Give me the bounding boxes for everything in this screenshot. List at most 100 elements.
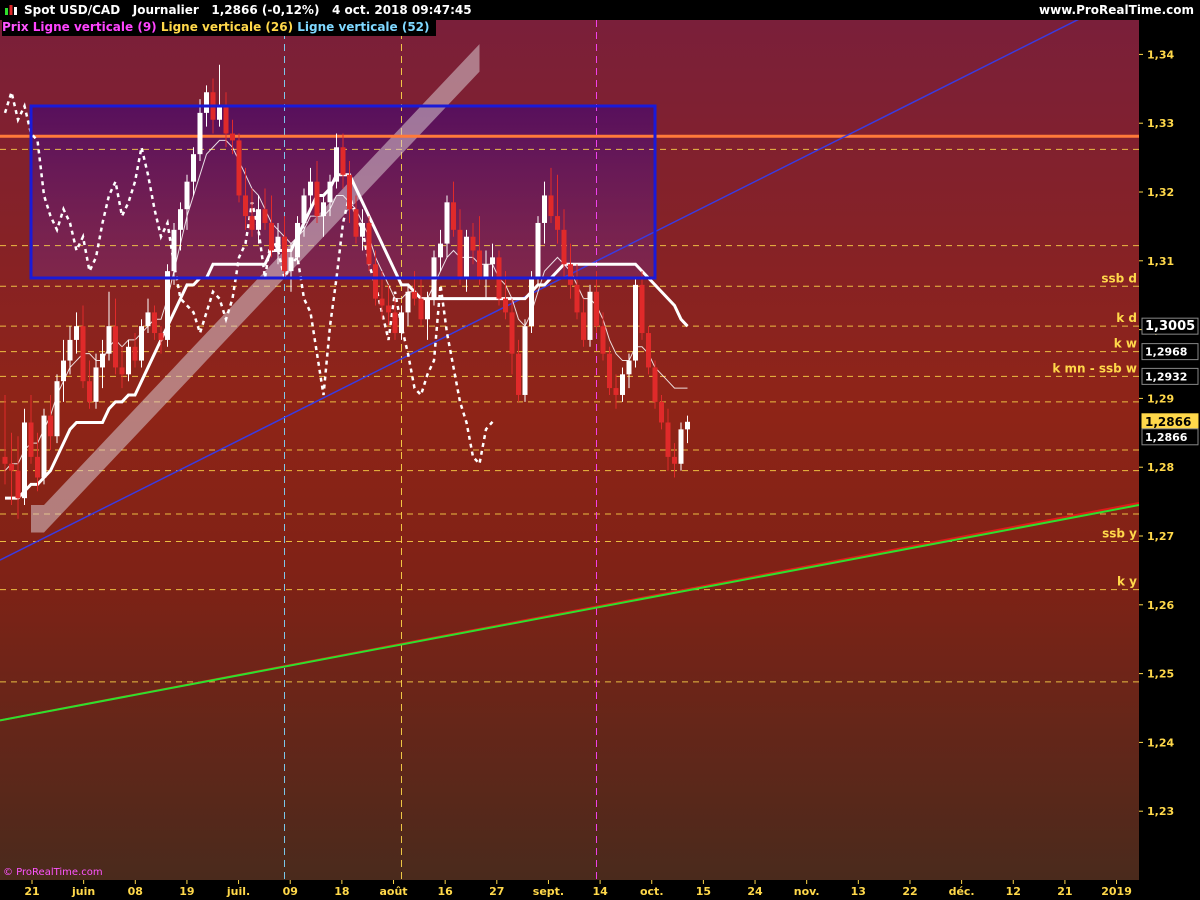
candle-body [516, 353, 521, 395]
x-tick-label: août [379, 885, 407, 898]
candle-body [477, 250, 482, 278]
y-tick-label: 1,25 [1147, 668, 1174, 681]
candle-body [646, 333, 651, 368]
candle-body [347, 174, 352, 210]
x-tick-label: juil. [226, 885, 250, 898]
candle-body [152, 312, 157, 334]
candle-body [600, 326, 606, 354]
candle-body [594, 291, 599, 327]
level-label: k y [1117, 575, 1137, 589]
candle-body [217, 106, 222, 120]
y-tick-label: 1,29 [1147, 392, 1174, 405]
x-tick-label: 09 [283, 885, 298, 898]
candle-body [223, 106, 229, 134]
candle-body [626, 360, 632, 375]
level-label: k d [1116, 311, 1137, 325]
candle-body [132, 346, 138, 361]
x-tick-label: nov. [794, 885, 820, 898]
candle-body [314, 181, 320, 217]
x-tick-label: 22 [902, 885, 917, 898]
candle-body [74, 326, 79, 340]
candle-body [561, 229, 567, 265]
level-label: k w [1114, 337, 1137, 351]
candle-body [139, 326, 144, 361]
candle-body [470, 236, 476, 251]
candle-body [639, 284, 645, 334]
candle-body [379, 298, 385, 306]
x-tick-label: 19 [179, 885, 194, 898]
site-link[interactable]: www.ProRealTime.com [1039, 3, 1194, 17]
candle-body [405, 291, 411, 313]
price-tag-label: 1,2866 [1145, 431, 1188, 444]
candle-body [295, 222, 300, 258]
candle-body [301, 195, 307, 223]
quote-label: 1,2866 (-0,12%) [211, 3, 320, 17]
candle-body [522, 326, 528, 395]
candle-body [672, 456, 677, 464]
candle-body [438, 243, 443, 258]
candle-body [581, 312, 586, 340]
x-tick-label: déc. [949, 885, 975, 898]
candle-body [269, 222, 274, 251]
candle-body [243, 195, 248, 217]
candle-body [444, 202, 450, 244]
watermark: © ProRealTime.com [3, 867, 103, 878]
x-tick-label: 27 [489, 885, 504, 898]
candle-body [171, 229, 177, 272]
x-tick-label: 13 [851, 885, 866, 898]
legend-item: Ligne verticale (9) [32, 20, 161, 34]
legend-item: Ligne verticale (26) [160, 20, 298, 34]
candle-body [308, 181, 313, 196]
price-axis-background [1139, 20, 1200, 900]
candle-body [412, 291, 417, 299]
y-tick-label: 1,23 [1147, 805, 1174, 818]
price-tag-label: 1,2866 [1145, 415, 1191, 429]
y-tick-label: 1,33 [1147, 117, 1174, 130]
candle-body [490, 257, 495, 265]
candle-body [607, 353, 612, 389]
candle-body [2, 456, 8, 464]
candle-body [535, 222, 541, 278]
x-tick-label: 15 [696, 885, 711, 898]
instrument-info: Spot USD/CAD Journalier 1,2866 (-0,12%) … [24, 3, 472, 17]
price-chart[interactable]: ssb d k d k w k mn - ssb w ssb y k y 1,23 1,24… [0, 20, 1200, 900]
candle-body [87, 381, 92, 402]
y-tick-label: 1,24 [1147, 736, 1174, 749]
chart-header: Spot USD/CAD Journalier 1,2866 (-0,12%) … [0, 0, 1200, 20]
period-label: Journalier [132, 3, 199, 17]
candle-body [659, 401, 664, 423]
candle-body [236, 140, 242, 196]
candle-body [451, 202, 456, 230]
candle-body [145, 312, 151, 327]
candle-body [685, 421, 690, 430]
candle-body [288, 257, 294, 272]
y-tick-label: 1,32 [1147, 186, 1174, 199]
candle-body [100, 353, 105, 368]
candle-body [665, 422, 671, 457]
candle-body [386, 305, 391, 313]
candle-body [256, 209, 261, 230]
x-tick-label: oct. [640, 885, 664, 898]
candle-body [353, 209, 359, 237]
candle-body [574, 284, 580, 313]
candle-body [613, 388, 619, 395]
candle-body [340, 147, 346, 175]
legend-item: Ligne verticale (52) [297, 20, 434, 34]
candle-body [230, 133, 235, 141]
candle-body [327, 181, 333, 203]
candle-body [165, 271, 170, 340]
x-tick-label: 2019 [1101, 885, 1132, 898]
instrument-name: Spot USD/CAD [24, 3, 121, 17]
candle-body [529, 278, 534, 327]
candle-body [178, 209, 183, 230]
candle-body [633, 284, 638, 361]
x-tick-label: 14 [592, 885, 608, 898]
y-tick-label: 1,31 [1147, 255, 1174, 268]
candle-body [80, 326, 86, 382]
candle-body [555, 216, 560, 230]
candle-body [334, 147, 339, 182]
price-tag-label: 1,2968 [1145, 346, 1187, 359]
y-tick-label: 1,34 [1147, 48, 1174, 61]
candle-body [542, 195, 547, 223]
candle-body [41, 415, 47, 478]
